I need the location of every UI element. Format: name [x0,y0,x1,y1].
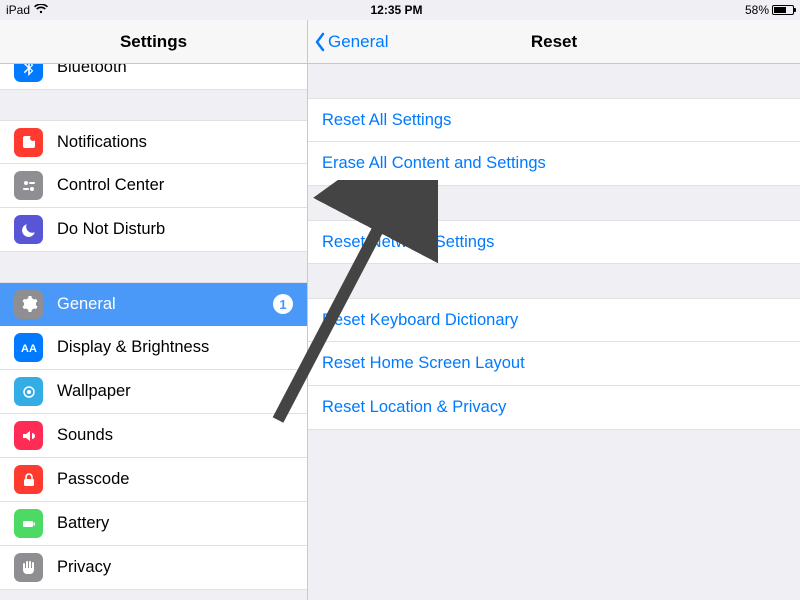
status-bar: iPad 12:35 PM 58% [0,0,800,20]
battery-icon [772,5,794,15]
sidebar-item-label: Do Not Disturb [57,220,307,239]
wallpaper-icon [14,377,43,406]
detail-list[interactable]: Reset All Settings Erase All Content and… [308,64,800,600]
sidebar-item-control-center[interactable]: Control Center [0,164,307,208]
sidebar-item-notifications[interactable]: Notifications [0,120,307,164]
sidebar-item-do-not-disturb[interactable]: Do Not Disturb [0,208,307,252]
sidebar-item-label: Privacy [57,558,307,577]
sidebar-item-label: Wallpaper [57,382,307,401]
detail-nav: General Reset [308,20,800,64]
moon-icon [14,215,43,244]
erase-all-content[interactable]: Erase All Content and Settings [308,142,800,186]
lock-icon [14,465,43,494]
sidebar-item-label: Display & Brightness [57,338,307,357]
sidebar-item-label: General [57,295,273,314]
device-label: iPad [6,3,30,17]
notifications-icon [14,128,43,157]
battery-percent: 58% [745,3,769,17]
sidebar-item-battery[interactable]: Battery [0,502,307,546]
sidebar-item-display[interactable]: AA Display & Brightness [0,326,307,370]
sidebar-item-privacy[interactable]: Privacy [0,546,307,590]
sidebar-item-label: Notifications [57,133,307,152]
back-button[interactable]: General [308,32,388,52]
sidebar-item-passcode[interactable]: Passcode [0,458,307,502]
detail-pane: General Reset Reset All Settings Erase A… [308,20,800,600]
chevron-left-icon [314,32,326,52]
badge: 1 [273,294,293,314]
sounds-icon [14,421,43,450]
battery-icon [14,509,43,538]
wifi-icon [34,3,48,17]
bluetooth-icon [14,64,43,82]
reset-network-settings[interactable]: Reset Network Settings [308,220,800,264]
sidebar-item-label: Passcode [57,470,307,489]
sidebar-item-sounds[interactable]: Sounds [0,414,307,458]
sidebar-item-label: Sounds [57,426,307,445]
sidebar-item-wallpaper[interactable]: Wallpaper [0,370,307,414]
sidebar-item-general[interactable]: General 1 [0,282,307,326]
clock: 12:35 PM [48,3,745,17]
sidebar-item-label: Control Center [57,176,307,195]
sidebar-item-label: Bluetooth [57,64,307,77]
sidebar: Settings Wi-Fi Bluetooth Notifications [0,20,308,600]
reset-keyboard-dictionary[interactable]: Reset Keyboard Dictionary [308,298,800,342]
reset-all-settings[interactable]: Reset All Settings [308,98,800,142]
sidebar-list[interactable]: Wi-Fi Bluetooth Notifications Control Ce… [0,64,307,600]
sidebar-item-bluetooth[interactable]: Bluetooth [0,64,307,90]
hand-icon [14,553,43,582]
gear-icon [14,290,43,319]
svg-text:AA: AA [21,343,37,355]
sidebar-nav: Settings [0,20,307,64]
back-label: General [328,32,388,52]
sidebar-item-label: Battery [57,514,307,533]
reset-home-screen-layout[interactable]: Reset Home Screen Layout [308,342,800,386]
display-icon: AA [14,333,43,362]
sidebar-title: Settings [0,32,307,52]
control-center-icon [14,171,43,200]
reset-location-privacy[interactable]: Reset Location & Privacy [308,386,800,430]
